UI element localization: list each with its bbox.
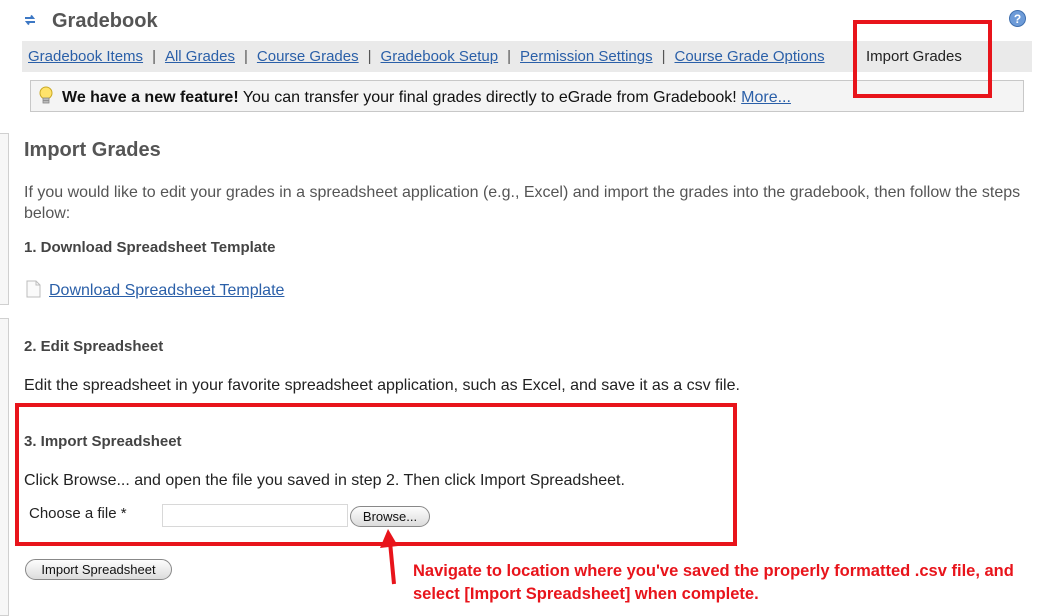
import-spreadsheet-button[interactable]: Import Spreadsheet: [25, 559, 172, 580]
notice-body: You can transfer your final grades direc…: [238, 89, 742, 106]
svg-text:?: ?: [1014, 12, 1021, 26]
nav-separator: |: [507, 48, 512, 65]
nav-link-gradebook-setup[interactable]: Gradebook Setup: [381, 48, 499, 65]
nav-link-course-grade-options[interactable]: Course Grade Options: [675, 48, 825, 65]
notice-bold: We have a new feature!: [62, 89, 239, 106]
intro-text: If you would like to edit your grades in…: [24, 184, 1021, 222]
nav-separator: |: [367, 48, 372, 65]
annotation-arrow-icon: [380, 529, 398, 585]
nav-link-course-grades[interactable]: Course Grades: [257, 48, 359, 65]
step2-text: Edit the spreadsheet in your favorite sp…: [24, 377, 740, 394]
section-title: Import Grades: [24, 139, 161, 161]
highlight-import-grades-tab: [853, 20, 992, 98]
left-panel-edge: [0, 318, 9, 616]
nav-separator: |: [661, 48, 666, 65]
nav-link-all-grades[interactable]: All Grades: [165, 48, 235, 65]
nav-separator: |: [152, 48, 156, 65]
lightbulb-icon: [39, 86, 53, 104]
download-template-link[interactable]: Download Spreadsheet Template: [49, 282, 284, 300]
notice-text: We have a new feature! You can transfer …: [62, 89, 791, 107]
nav-separator: |: [244, 48, 248, 65]
highlight-import-section: [15, 403, 737, 546]
refresh-icon[interactable]: [22, 12, 38, 28]
document-icon: [26, 280, 41, 298]
notice-more-link[interactable]: More...: [741, 89, 791, 106]
nav-link-gradebook-items[interactable]: Gradebook Items: [28, 48, 143, 65]
annotation-text: Navigate to location where you've saved …: [413, 562, 1014, 603]
nav-link-permission-settings[interactable]: Permission Settings: [520, 48, 653, 65]
help-icon[interactable]: ?: [1009, 10, 1026, 27]
page-title: Gradebook: [52, 10, 158, 32]
step1-heading: 1. Download Spreadsheet Template: [24, 239, 276, 256]
step2-heading: 2. Edit Spreadsheet: [24, 338, 164, 355]
left-panel-edge: [0, 133, 9, 305]
gradebook-nav: Gradebook Items | All Grades | Course Grades…: [28, 48, 825, 65]
